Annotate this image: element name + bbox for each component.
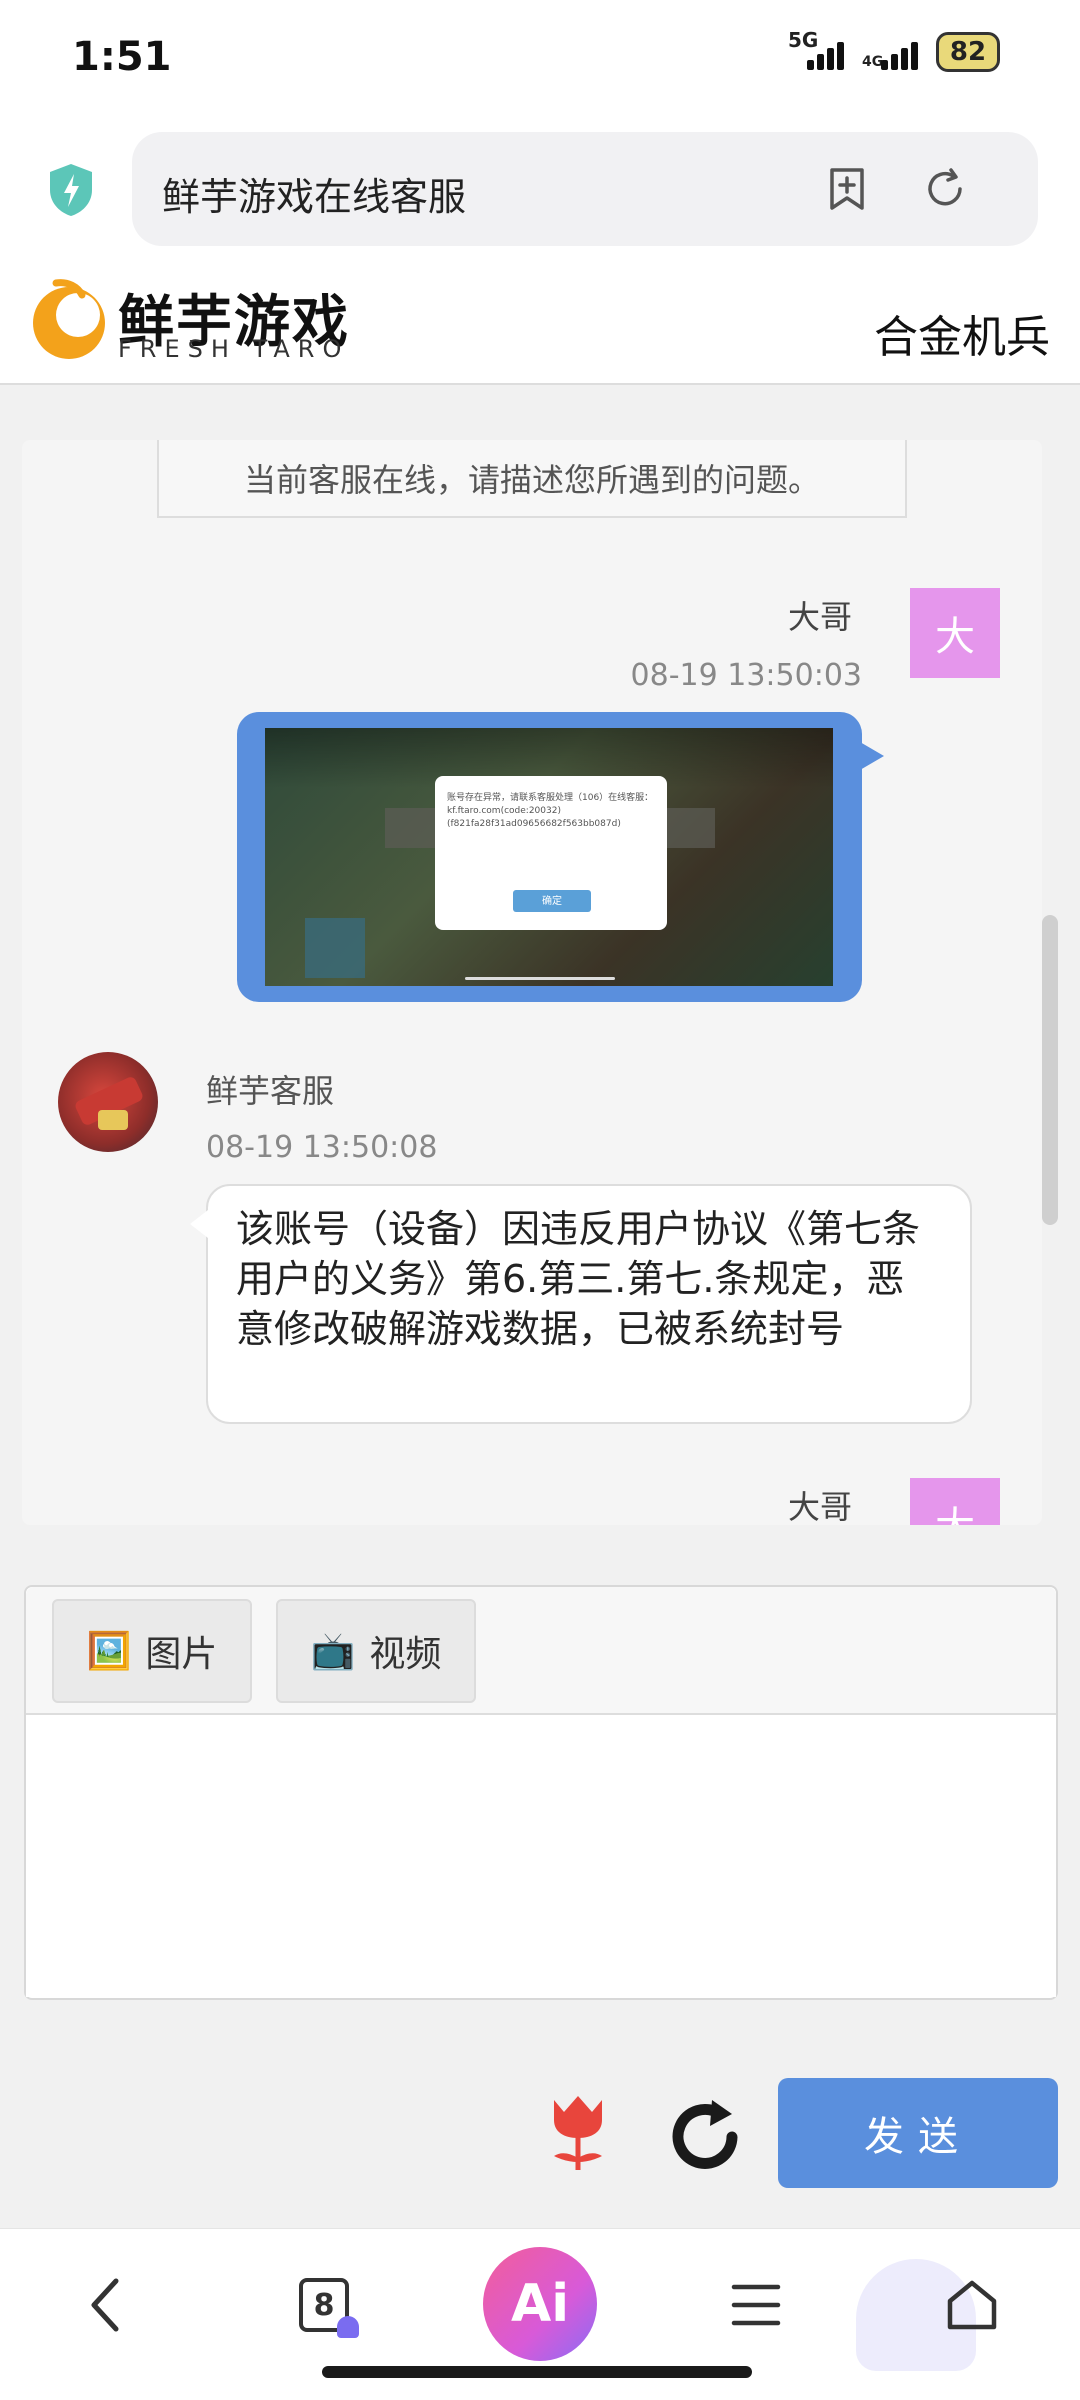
site-header: 鲜芋游戏 FRESH TARO 合金机兵 bbox=[0, 275, 1080, 385]
send-image-button[interactable]: 🖼️ 图片 bbox=[52, 1599, 252, 1703]
support-name: 鲜芋客服 bbox=[206, 1072, 335, 1110]
taro-logo-icon[interactable] bbox=[26, 277, 112, 363]
home-icon bbox=[947, 2280, 997, 2330]
send-button[interactable]: 发送 bbox=[778, 2078, 1058, 2188]
message-composer: 🖼️ 图片 📺 视频 bbox=[24, 1585, 1058, 2000]
browser-address-bar: 鲜芋游戏在线客服 bbox=[0, 120, 1080, 275]
url-title: 鲜芋游戏在线客服 bbox=[162, 175, 467, 219]
sender-name: 大哥 bbox=[787, 598, 852, 636]
battery-icon: 82 bbox=[936, 32, 1000, 72]
home-indicator[interactable] bbox=[322, 2366, 752, 2378]
user-avatar[interactable]: 大 bbox=[910, 588, 1000, 678]
chevron-left-icon bbox=[91, 2278, 119, 2332]
message-time: 08-19 13:50:03 bbox=[630, 658, 862, 693]
incognito-badge-icon bbox=[337, 2316, 359, 2338]
menu-button[interactable] bbox=[714, 2263, 798, 2347]
message-time: 08-19 13:50:08 bbox=[206, 1130, 438, 1165]
chat-panel[interactable]: 当前客服在线，请描述您所遇到的问题。 大哥 大 08-19 13:50:03 账… bbox=[22, 440, 1042, 1525]
send-video-label: 视频 bbox=[369, 1634, 442, 1675]
home-button[interactable] bbox=[930, 2263, 1014, 2347]
composer-toolbar: 🖼️ 图片 📺 视频 bbox=[26, 1587, 1056, 1715]
sender-name: 大哥 bbox=[787, 1488, 852, 1525]
user-avatar[interactable]: 大 bbox=[910, 1478, 1000, 1525]
support-avatar[interactable] bbox=[58, 1052, 158, 1152]
send-video-button[interactable]: 📺 视频 bbox=[276, 1599, 476, 1703]
url-field[interactable]: 鲜芋游戏在线客服 bbox=[132, 132, 1038, 246]
message-input[interactable] bbox=[26, 1717, 1056, 1997]
text-message-bubble: 该账号（设备）因违反用户协议《第七条用户的义务》第6.第三.第七.条规定，恶意修… bbox=[190, 1184, 972, 1424]
screenshot-image[interactable]: 账号存在异常，请联系客服处理（106）在线客服：kf.ftaro.com(cod… bbox=[265, 728, 833, 986]
screenshot-confirm-button: 确定 bbox=[513, 890, 591, 912]
refresh-icon[interactable] bbox=[662, 2094, 748, 2180]
send-image-label: 图片 bbox=[145, 1634, 218, 1675]
menu-icon bbox=[731, 2284, 781, 2326]
chat-scrollbar[interactable] bbox=[1042, 915, 1058, 1225]
tabs-count: 8 bbox=[313, 2287, 335, 2323]
image-message-bubble[interactable]: 账号存在异常，请联系客服处理（106）在线客服：kf.ftaro.com(cod… bbox=[237, 712, 884, 1002]
online-notice: 当前客服在线，请描述您所遇到的问题。 bbox=[157, 440, 907, 518]
ai-assistant-button[interactable]: Ai bbox=[483, 2247, 597, 2361]
logo-subtitle: FRESH TARO bbox=[118, 335, 350, 363]
status-bar: 1:51 5G 4G 82 bbox=[0, 0, 1080, 120]
back-button[interactable] bbox=[64, 2263, 148, 2347]
bookmark-add-icon[interactable] bbox=[822, 164, 872, 214]
status-time: 1:51 bbox=[72, 34, 172, 80]
signal-icon: 4G bbox=[862, 32, 918, 72]
reload-icon[interactable] bbox=[920, 164, 970, 214]
status-icons: 5G 4G 82 bbox=[788, 28, 1000, 72]
tabs-icon: 8 bbox=[299, 2278, 359, 2338]
game-name: 合金机兵 bbox=[874, 312, 1050, 363]
picture-icon: 🖼️ bbox=[86, 1631, 132, 1672]
screenshot-dialog: 账号存在异常，请联系客服处理（106）在线客服：kf.ftaro.com(cod… bbox=[435, 776, 667, 930]
tv-icon: 📺 bbox=[310, 1631, 356, 1672]
shield-icon[interactable] bbox=[46, 162, 96, 218]
tulip-icon[interactable] bbox=[542, 2092, 614, 2174]
tabs-button[interactable]: 8 bbox=[282, 2263, 366, 2347]
signal-5g-icon: 5G bbox=[788, 28, 844, 72]
